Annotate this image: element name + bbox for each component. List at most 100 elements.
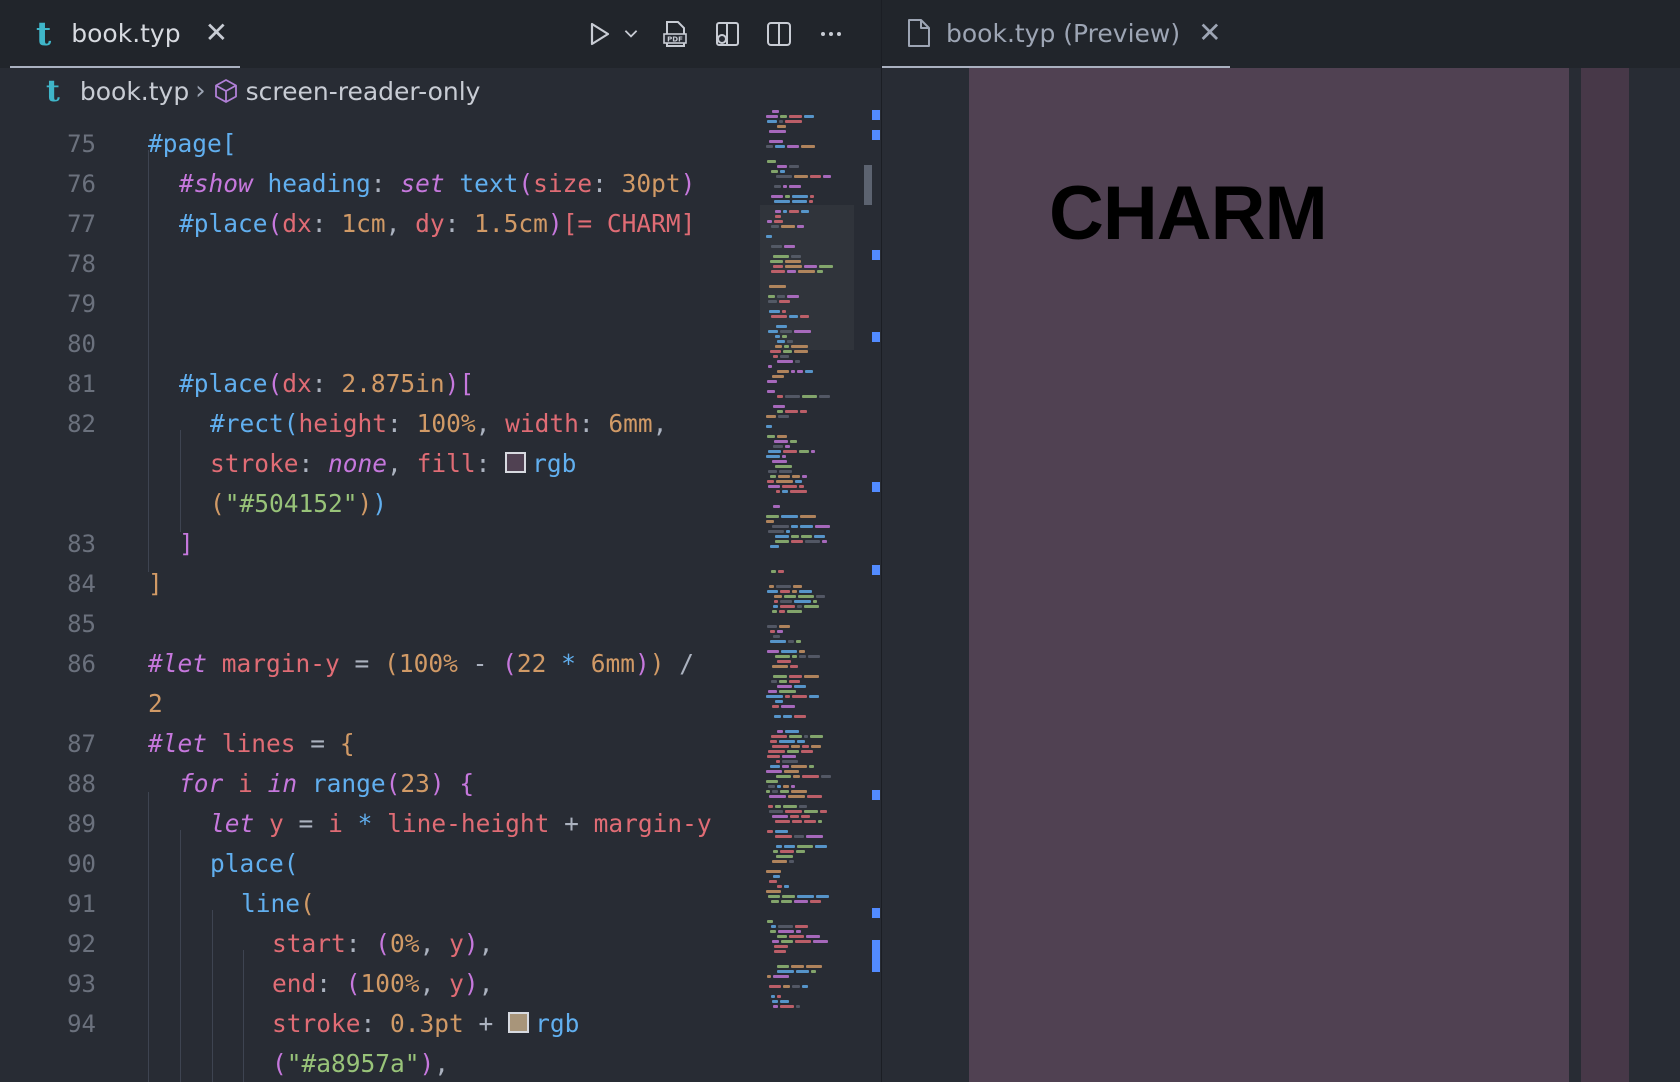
minimap[interactable] [766,110,856,1082]
code-editor[interactable]: 75 #page[ 76 #show heading: set text(siz… [0,118,760,1082]
more-icon[interactable] [811,14,851,54]
minimap-line [774,945,788,948]
minimap-line [797,370,803,373]
minimap-line [792,985,800,988]
minimap-line [791,370,795,373]
code-line: 89 let y = i * line-height + margin-y [0,804,760,844]
minimap-line [779,470,792,473]
close-icon[interactable]: ✕ [205,19,228,47]
minimap-line [791,745,800,748]
tab-book-typ-preview[interactable]: book.typ (Preview) ✕ [882,0,1230,68]
minimap-line [789,185,801,188]
minimap-line [771,995,775,998]
minimap-line [777,125,786,128]
code-text: #show heading: set text(size: 30pt) [179,169,696,198]
minimap-line [773,675,787,678]
minimap-line [797,845,813,848]
minimap-line [794,685,806,688]
color-swatch[interactable] [505,451,527,473]
code-line: ("#a8957a"), [0,1044,760,1082]
minimap-line [772,610,777,613]
minimap-line [804,265,817,268]
code-line: 84 ] [0,564,760,604]
editor-toolbar: PDF [567,14,851,54]
export-pdf-icon[interactable]: PDF [655,14,695,54]
minimap-line [782,895,795,898]
minimap-line [823,175,831,178]
code-text: let y = i * line-height + margin-y [210,809,712,838]
minimap-line [774,600,778,603]
line-number: 78 [67,250,96,278]
minimap-line [769,130,786,133]
code-text: #let lines = { [148,729,355,758]
minimap-line [775,700,783,703]
minimap-line [794,330,811,333]
run-icon[interactable] [579,14,619,54]
color-swatch[interactable] [508,1011,530,1033]
preview-canvas[interactable]: CHARM [882,68,1680,1082]
minimap-line [772,525,789,528]
minimap-line [777,435,787,438]
minimap-line [782,760,798,763]
minimap-line [777,370,789,373]
breadcrumb-file[interactable]: book.typ [80,77,189,106]
minimap-line [777,295,785,298]
minimap-line [777,885,782,888]
minimap-line [796,970,809,973]
code-text: ] [179,529,194,558]
open-preview-icon[interactable] [707,14,747,54]
minimap-line [774,715,781,718]
line-number: 89 [67,810,96,838]
minimap-line [776,585,791,588]
code-line: 91 line( [0,884,760,924]
minimap-line [789,680,800,683]
chevron-down-icon[interactable] [619,14,643,54]
minimap-line [767,120,777,123]
minimap-line [775,820,790,823]
code-text: #let margin-y = (100% - (22 * 6mm)) / [148,649,694,678]
preview-page: CHARM [969,68,1629,1082]
minimap-line [775,215,781,218]
minimap-line [804,820,816,823]
minimap-line [820,810,827,813]
scrollbar[interactable] [862,110,881,1082]
minimap-line [785,410,798,413]
minimap-line [791,345,808,348]
code-line: 87 #let lines = { [0,724,760,764]
minimap-line [768,330,778,333]
minimap-line [770,475,776,478]
minimap-line [768,485,780,488]
minimap-line [781,940,793,943]
minimap-line [767,650,779,653]
minimap-line [797,740,805,743]
minimap-line [777,165,787,168]
minimap-line [773,255,789,258]
minimap-line [781,705,795,708]
minimap-line [804,605,819,608]
breadcrumb-symbol[interactable]: screen-reader-only [246,77,481,106]
minimap-line [772,1000,778,1003]
minimap-line [766,415,776,418]
minimap-line [822,540,827,543]
minimap-line [792,475,800,478]
split-editor-icon[interactable] [759,14,799,54]
minimap-line [794,175,808,178]
code-text: ("#504152")) [210,489,388,518]
scrollbar-marker [872,332,880,342]
tab-book-typ[interactable]: t book.typ ✕ [10,0,240,68]
scrollbar-thumb[interactable] [864,165,872,205]
minimap-line [773,405,785,408]
line-number: 80 [67,330,96,358]
minimap-line [784,770,799,773]
minimap-line [766,780,778,783]
minimap-line [768,690,777,693]
close-icon[interactable]: ✕ [1198,19,1221,47]
minimap-line [783,450,797,453]
code-line: 76 #show heading: set text(size: 30pt) [0,164,760,204]
minimap-line [791,255,801,258]
minimap-line [790,440,797,443]
minimap-line [800,515,816,518]
minimap-line [804,735,808,738]
scrollbar-marker [872,908,880,918]
minimap-line [802,745,809,748]
